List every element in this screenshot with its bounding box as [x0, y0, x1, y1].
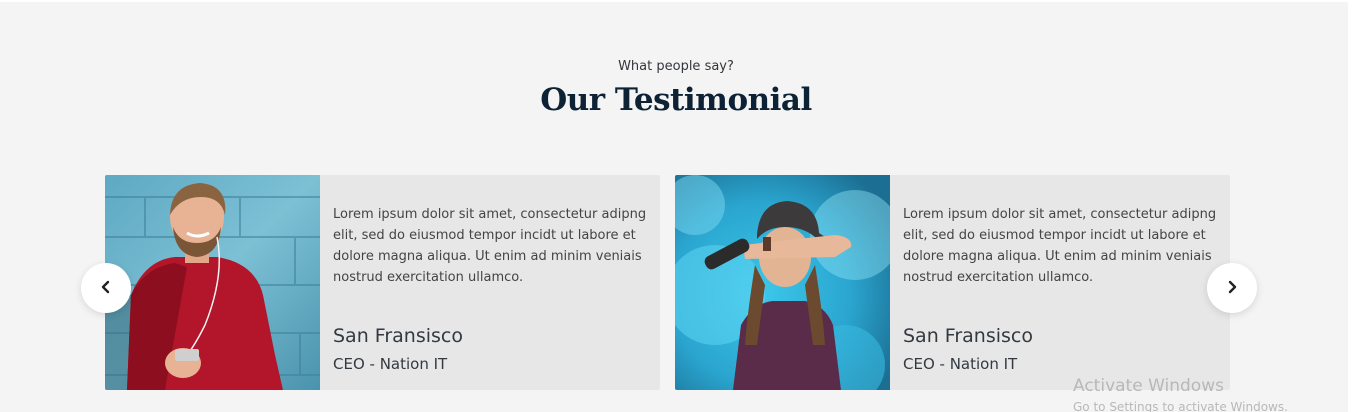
section-eyebrow: What people say?: [618, 59, 734, 74]
testimonial-quote: Lorem ipsum dolor sit amet, consectetur …: [903, 207, 1217, 285]
section-title: Our Testimonial: [540, 82, 812, 118]
carousel-prev-button[interactable]: [81, 263, 131, 313]
windows-activation-watermark: Activate Windows Go to Settings to activ…: [1073, 375, 1288, 412]
testimonial-role: CEO - Nation IT: [903, 355, 1018, 373]
testimonial-card: Lorem ipsum dolor sit amet, consectetur …: [105, 175, 660, 390]
testimonial-role: CEO - Nation IT: [333, 355, 448, 373]
testimonial-name: San Fransisco: [903, 325, 1033, 347]
testimonial-quote: Lorem ipsum dolor sit amet, consectetur …: [333, 207, 647, 285]
testimonial-card: Lorem ipsum dolor sit amet, consectetur …: [675, 175, 1230, 390]
chevron-left-icon: [99, 279, 113, 298]
top-divider: [0, 0, 1352, 2]
man-red-sweater-photo: [105, 175, 320, 390]
testimonial-name: San Fransisco: [333, 325, 463, 347]
watermark-title: Activate Windows: [1073, 376, 1224, 396]
chevron-right-icon: [1225, 279, 1239, 298]
carousel-next-button[interactable]: [1207, 263, 1257, 313]
woman-blue-smoke-photo: [675, 175, 890, 390]
watermark-subtitle: Go to Settings to activate Windows.: [1073, 400, 1288, 412]
